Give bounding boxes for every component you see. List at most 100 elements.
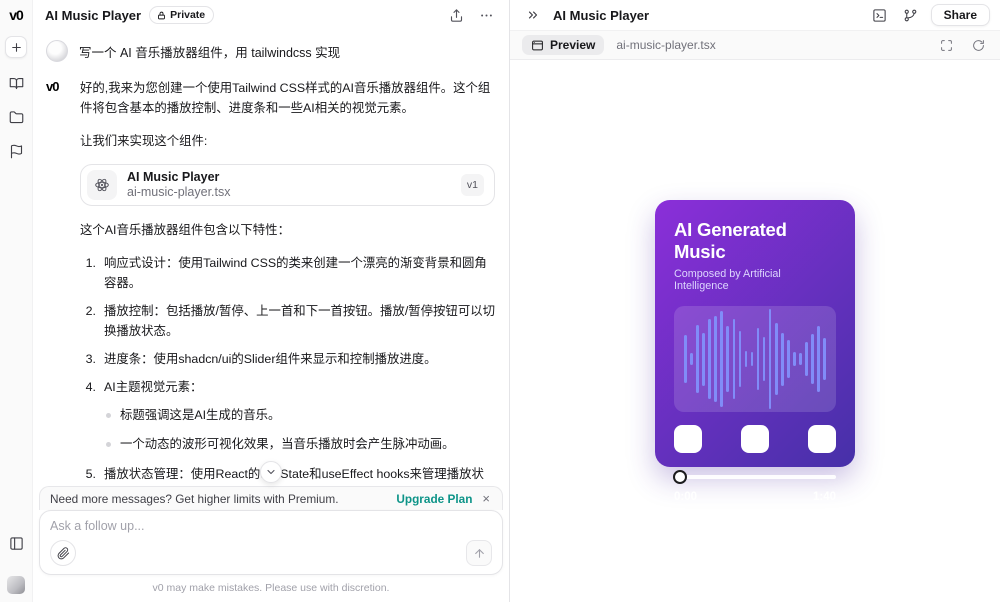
banner-text: Need more messages? Get higher limits wi… <box>50 491 339 506</box>
sub-item: 标题强调这是AI生成的音乐。 <box>106 405 495 425</box>
preview-header: AI Music Player Share <box>510 0 1000 30</box>
chat-panel: AI Music Player Private 写一个 AI 音乐播放器组件，用… <box>33 0 510 602</box>
waveform-bar <box>768 308 772 410</box>
paperclip-icon <box>57 546 70 560</box>
chat-header: AI Music Player Private <box>33 0 509 30</box>
feature-item-1: 1. 响应式设计：使用Tailwind CSS的类来创建一个漂亮的渐变背景和圆角… <box>85 256 487 290</box>
user-avatar <box>46 40 68 62</box>
preview-panel: AI Music Player Share Preview ai-music-p… <box>510 0 1000 602</box>
banner-close-icon[interactable]: × <box>480 491 492 506</box>
share-button[interactable]: Share <box>930 4 990 26</box>
feature-item-2: 2. 播放控制：包括播放/暂停、上一首和下一首按钮。播放/暂停按钮可以切换播放状… <box>85 304 495 338</box>
player-subtitle: Composed by Artificial Intelligence <box>674 268 781 292</box>
sub-item: 一个动态的波形可视化效果，当音乐播放时会产生脉冲动画。 <box>106 434 495 454</box>
waveform-bar <box>817 326 820 392</box>
react-atom-icon <box>94 177 110 193</box>
feature-4-sublist: 标题强调这是AI生成的音乐。 一个动态的波形可视化效果，当音乐播放时会产生脉冲动… <box>106 405 495 454</box>
time-total: 1:40 <box>812 491 836 503</box>
next-track-button[interactable] <box>808 425 836 453</box>
play-pause-button[interactable] <box>741 425 769 453</box>
scroll-to-bottom-button[interactable] <box>260 461 282 483</box>
flag-icon <box>9 144 24 159</box>
refresh-button[interactable] <box>968 35 988 55</box>
waveform-bar <box>744 351 748 367</box>
git-branch-icon <box>903 8 918 23</box>
open-file-name[interactable]: ai-music-player.tsx <box>616 38 924 52</box>
component-card-title: AI Music Player <box>127 170 220 184</box>
player-title: AI Generated Music <box>674 219 787 262</box>
bullet-dot <box>106 413 111 418</box>
waveform-bar <box>793 352 796 366</box>
library-button[interactable] <box>5 72 27 94</box>
collapse-panel-button[interactable] <box>522 4 544 26</box>
component-icon-box <box>87 170 117 200</box>
account-avatar[interactable] <box>7 576 25 594</box>
lock-icon <box>157 11 166 20</box>
more-options-button[interactable] <box>475 4 497 26</box>
user-message-text: 写一个 AI 音乐播放器组件，用 tailwindcss 实现 <box>79 45 341 60</box>
component-card[interactable]: AI Music Player ai-music-player.tsx v1 <box>80 164 495 206</box>
chevron-down-icon <box>265 466 277 478</box>
export-button[interactable] <box>445 4 467 26</box>
player-controls <box>674 425 836 453</box>
fullscreen-button[interactable] <box>936 35 956 55</box>
feature-item-3: 3. 进度条：使用shadcn/ui的Slider组件来显示和控制播放进度。 <box>85 352 437 366</box>
toggle-sidebar-button[interactable] <box>5 532 27 554</box>
waveform-bar <box>702 332 705 386</box>
version-badge: v1 <box>460 174 484 196</box>
tab-preview[interactable]: Preview <box>522 35 605 55</box>
terminal-icon <box>872 8 887 23</box>
waveform-bar <box>774 322 778 396</box>
composer-area: Need more messages? Get higher limits wi… <box>33 486 509 602</box>
preview-title: AI Music Player <box>553 7 650 23</box>
waveform-bar <box>756 328 760 390</box>
plus-icon <box>10 41 23 54</box>
new-chat-button[interactable] <box>5 36 27 58</box>
waveform-bar <box>787 340 790 378</box>
waveform-bar <box>805 342 808 376</box>
app-window-icon <box>531 39 544 52</box>
assistant-intro: 好的,我来为您创建一个使用Tailwind CSS样式的AI音乐播放器组件。这个… <box>80 81 491 115</box>
bullet-dot <box>106 442 111 447</box>
waveform-bar <box>684 335 687 383</box>
waveform-bar <box>781 332 784 386</box>
previous-track-button[interactable] <box>674 425 702 453</box>
waveform-bar <box>720 311 723 407</box>
component-card-filename: ai-music-player.tsx <box>127 185 231 199</box>
features-intro: 这个AI音乐播放器组件包含以下特性： <box>80 223 290 237</box>
progress-slider[interactable] <box>673 470 836 484</box>
time-row: 0:00 1:40 <box>674 491 836 503</box>
send-button[interactable] <box>466 540 492 566</box>
waveform-bar <box>690 352 693 366</box>
waveform-bar <box>696 324 699 394</box>
followup-input[interactable] <box>50 519 492 539</box>
waveform-bar <box>708 319 711 399</box>
console-button[interactable] <box>869 4 891 26</box>
waveform-bar <box>732 319 736 399</box>
music-player-card: AI Generated Music Composed by Artificia… <box>655 200 855 503</box>
attach-file-button[interactable] <box>50 540 76 566</box>
waveform-bar <box>750 352 754 366</box>
waveform-bar <box>738 331 742 387</box>
projects-button[interactable] <box>5 106 27 128</box>
waveform <box>674 306 836 412</box>
panel-left-icon <box>9 536 24 551</box>
disclaimer-text: v0 may make mistakes. Please use with di… <box>39 575 503 602</box>
maximize-icon <box>940 39 953 52</box>
waveform-bar <box>811 333 814 385</box>
privacy-badge[interactable]: Private <box>149 6 215 24</box>
arrow-up-icon <box>473 547 486 560</box>
preview-tabbar: Preview ai-music-player.tsx <box>510 30 1000 60</box>
fork-button[interactable] <box>900 4 922 26</box>
feedback-button[interactable] <box>5 140 27 162</box>
user-message: 写一个 AI 音乐播放器组件，用 tailwindcss 实现 <box>46 40 495 62</box>
slider-thumb[interactable] <box>673 470 687 484</box>
upgrade-plan-link[interactable]: Upgrade Plan <box>396 492 472 506</box>
refresh-icon <box>972 39 985 52</box>
assistant-lead: 让我们来实现这个组件: <box>80 134 208 148</box>
feature-item-4: 4. AI主题视觉元素： <box>85 380 203 394</box>
share-export-icon <box>449 8 464 23</box>
book-open-icon <box>9 76 24 91</box>
time-current: 0:00 <box>674 491 698 503</box>
waveform-bar <box>726 326 729 392</box>
